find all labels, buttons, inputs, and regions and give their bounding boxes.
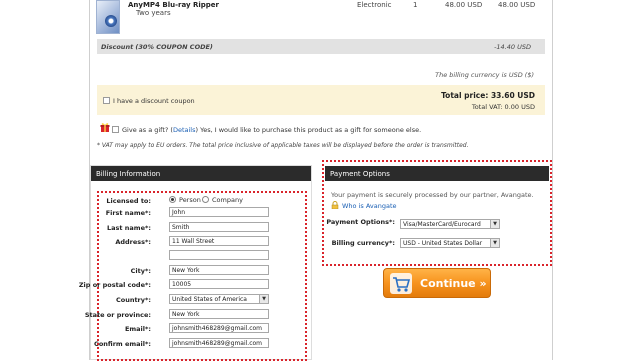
coupon-label: I have a discount coupon	[113, 97, 195, 105]
licensed-to-row: Licensed to: Person Company	[91, 195, 313, 207]
right-border	[552, 0, 553, 360]
continue-label: Continue »	[420, 277, 487, 290]
email-label: Email*:	[124, 325, 151, 333]
discount-row: Discount (30% COUPON CODE) -14.40 USD	[97, 39, 545, 54]
payment-title: Payment Options	[325, 166, 549, 181]
address-row: Address*: 11 Wall Street	[91, 236, 313, 248]
confirm-email-label: Confirm email*:	[94, 340, 151, 348]
checkout-page: AnyMP4 Blu-ray Ripper Two years Electron…	[0, 0, 640, 361]
city-label: City*:	[130, 267, 151, 275]
who-is-avangate-link[interactable]: Who is Avangate	[342, 202, 397, 210]
address-line1-field[interactable]: 11 Wall Street	[169, 236, 269, 246]
lock-icon	[331, 201, 339, 209]
coupon-checkbox[interactable]	[103, 97, 110, 104]
chevron-down-icon: ▼	[490, 220, 499, 228]
billing-currency-value: USD - United States Dollar	[403, 240, 483, 247]
total-price: Total price: 33.60 USD	[441, 91, 535, 100]
unit-price: 48.00 USD	[445, 1, 483, 9]
country-label: Country*:	[115, 296, 151, 304]
zip-label: Zip or postal code*:	[78, 281, 151, 289]
confirm-email-row: Confirm email*: johnsmith468289@gmail.co…	[91, 338, 313, 350]
payment-options-select[interactable]: Visa/MasterCard/Eurocard ▼	[400, 219, 500, 229]
state-row: State or province: New York	[85, 309, 313, 321]
confirm-email-field[interactable]: johnsmith468289@gmail.com	[169, 338, 269, 348]
product-name: AnyMP4 Blu-ray Ripper	[128, 1, 219, 9]
first-name-row: First name*: John	[91, 207, 313, 219]
vat-note: * VAT may apply to EU orders. The total …	[97, 142, 469, 149]
gift-icon	[100, 123, 110, 132]
chevron-down-icon: ▼	[490, 239, 499, 247]
address-label: Address*:	[115, 238, 151, 246]
zip-row: Zip or postal code*: 10005	[79, 279, 313, 291]
product-box-image	[96, 0, 120, 34]
billing-title: Billing Information	[91, 166, 311, 181]
billing-currency-note: The billing currency is USD ($)	[435, 71, 534, 79]
first-name-label: First name*:	[105, 209, 151, 217]
gift-prefix: Give as a gift? (	[122, 126, 173, 134]
payment-options-value: Visa/MasterCard/Eurocard	[403, 221, 481, 228]
state-field[interactable]: New York	[169, 309, 269, 319]
payment-options-row: Payment Options*: Visa/MasterCard/Euroca…	[322, 218, 552, 238]
gift-text: Give as a gift? (Details) Yes, I would l…	[122, 126, 421, 134]
coupon-row: I have a discount coupon Total price: 33…	[97, 85, 545, 115]
delivery-type: Electronic	[357, 1, 392, 9]
payment-options-label: Payment Options*:	[326, 218, 395, 226]
billing-currency-select[interactable]: USD - United States Dollar ▼	[400, 238, 500, 248]
email-row: Email*: johnsmith468289@gmail.com	[91, 323, 313, 335]
line-total: 48.00 USD	[498, 1, 536, 9]
gift-details-link[interactable]: Details	[173, 126, 196, 134]
state-label: State or province:	[84, 311, 151, 319]
discount-label: Discount (30% COUPON CODE)	[101, 43, 213, 51]
last-name-row: Last name*: Smith	[91, 222, 313, 234]
zip-field[interactable]: 10005	[169, 279, 269, 289]
radio-company-label: Company	[212, 196, 243, 204]
payment-note: Your payment is securely processed by ou…	[331, 191, 534, 199]
discount-amount: -14.40 USD	[494, 43, 531, 51]
chevron-down-icon: ▼	[259, 295, 268, 303]
gift-suffix: ) Yes, I would like to purchase this pro…	[195, 126, 422, 134]
quantity: 1	[413, 1, 418, 9]
country-row: Country*: United States of America ▼	[91, 294, 313, 306]
address-line2-field[interactable]	[169, 250, 269, 260]
radio-person-label: Person	[179, 196, 201, 204]
billing-currency-label: Billing currency*:	[331, 239, 395, 247]
cart-icon	[390, 273, 412, 294]
radio-person[interactable]	[169, 196, 176, 203]
total-vat: Total VAT: 0.00 USD	[471, 103, 535, 111]
radio-company[interactable]	[202, 196, 209, 203]
gift-checkbox[interactable]	[112, 126, 119, 133]
continue-button[interactable]: Continue »	[383, 268, 491, 298]
country-select[interactable]: United States of America ▼	[169, 294, 269, 304]
product-term: Two years	[136, 9, 171, 17]
address-line2-row	[91, 250, 313, 262]
licensed-to-label: Licensed to:	[106, 197, 151, 205]
first-name-field[interactable]: John	[169, 207, 269, 217]
country-value: United States of America	[172, 296, 247, 303]
email-field[interactable]: johnsmith468289@gmail.com	[169, 323, 269, 333]
disc-icon	[105, 15, 117, 27]
payment-panel: Payment Options Your payment is securely…	[322, 160, 552, 266]
last-name-label: Last name*:	[107, 224, 151, 232]
billing-panel: Billing Information Licensed to: Person …	[79, 165, 313, 361]
last-name-field[interactable]: Smith	[169, 222, 269, 232]
city-row: City*: New York	[91, 265, 313, 277]
billing-currency-row: Billing currency*: USD - United States D…	[322, 237, 552, 257]
city-field[interactable]: New York	[169, 265, 269, 275]
